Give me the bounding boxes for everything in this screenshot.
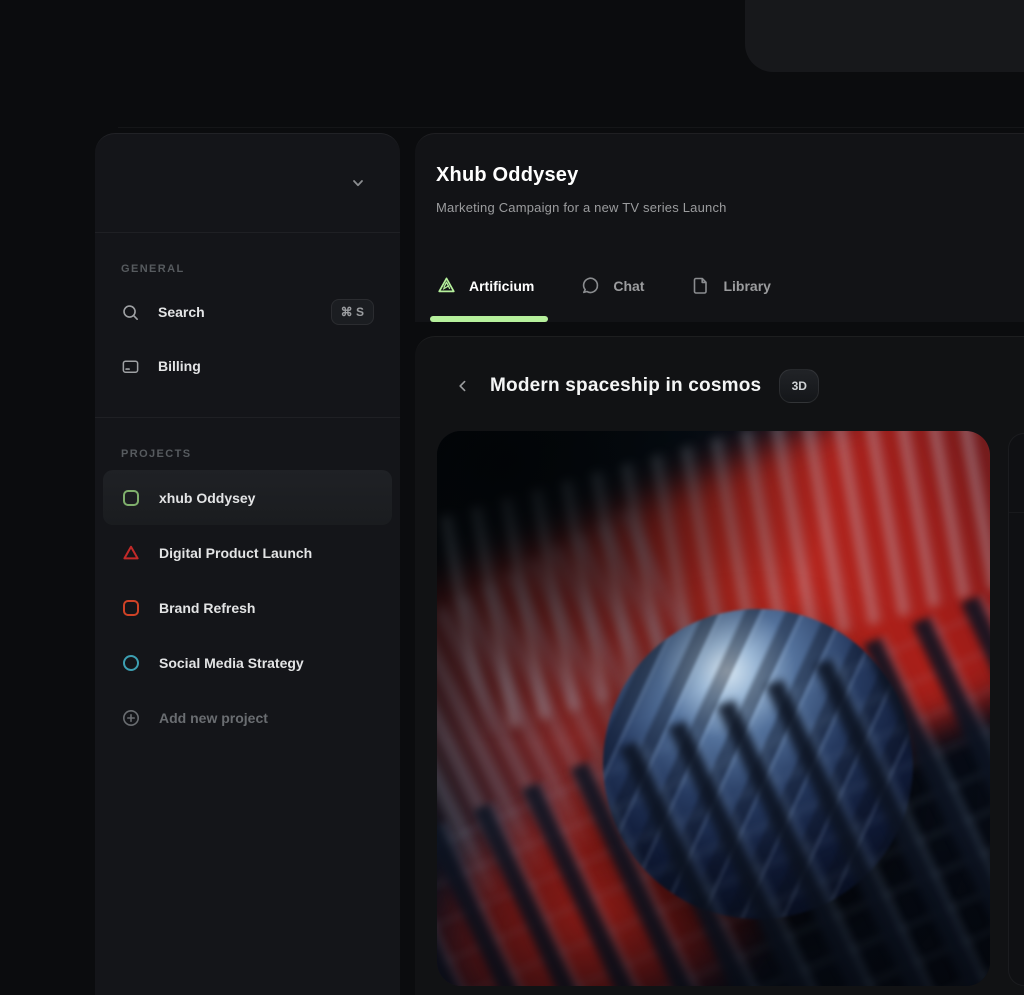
project-square-icon bbox=[121, 598, 141, 618]
page-title: Xhub Oddysey bbox=[436, 164, 578, 187]
tab-chat[interactable]: Chat bbox=[580, 275, 644, 296]
tab-library[interactable]: Library bbox=[690, 275, 770, 296]
project-triangle-icon bbox=[121, 543, 141, 563]
sidebar-item-search[interactable]: Search ⌘ S bbox=[103, 285, 392, 339]
content-panel: Modern spaceship in cosmos 3D bbox=[415, 336, 1024, 995]
next-card-divider bbox=[1009, 512, 1024, 513]
main-header: Xhub Oddysey Marketing Campaign for a ne… bbox=[415, 133, 1024, 322]
sidebar-project-digital-product-launch[interactable]: Digital Product Launch bbox=[103, 525, 392, 580]
section-label-general: GENERAL bbox=[121, 263, 374, 275]
add-new-project-button[interactable]: Add new project bbox=[103, 690, 392, 745]
sidebar: GENERAL Search ⌘ S Billing PROJECTS xhub… bbox=[95, 133, 400, 995]
sidebar-project-social-media-strategy[interactable]: Social Media Strategy bbox=[103, 635, 392, 690]
generated-artwork-image[interactable] bbox=[437, 431, 990, 986]
top-seam-divider bbox=[118, 127, 1024, 128]
search-shortcut-badge: ⌘ S bbox=[331, 299, 374, 325]
project-label: Social Media Strategy bbox=[159, 655, 304, 671]
add-new-project-label: Add new project bbox=[159, 710, 268, 726]
project-circle-icon bbox=[121, 653, 141, 673]
search-icon bbox=[121, 303, 140, 322]
chat-bubble-icon bbox=[580, 275, 601, 296]
sidebar-header bbox=[95, 134, 400, 233]
sidebar-divider bbox=[95, 417, 400, 418]
sidebar-project-brand-refresh[interactable]: Brand Refresh bbox=[103, 580, 392, 635]
project-label: Digital Product Launch bbox=[159, 545, 312, 561]
artificium-logo-icon bbox=[436, 275, 457, 296]
project-label: xhub Oddysey bbox=[159, 490, 255, 506]
sidebar-item-label: Billing bbox=[158, 358, 201, 374]
library-file-icon bbox=[690, 275, 711, 296]
tab-label: Chat bbox=[613, 278, 644, 294]
sidebar-item-label: Search bbox=[158, 304, 205, 320]
next-artwork-card-sliver[interactable] bbox=[1008, 433, 1024, 986]
background-decoration bbox=[745, 0, 1024, 72]
image-layer-vignette bbox=[437, 431, 990, 986]
artwork-title: Modern spaceship in cosmos bbox=[490, 375, 761, 397]
artwork-title-row: Modern spaceship in cosmos 3D bbox=[450, 369, 819, 403]
sidebar-item-billing[interactable]: Billing bbox=[103, 339, 392, 393]
back-button[interactable] bbox=[450, 373, 476, 399]
3d-badge[interactable]: 3D bbox=[779, 369, 819, 403]
workspace-collapse-button[interactable] bbox=[344, 169, 372, 197]
tab-artificium[interactable]: Artificium bbox=[436, 275, 534, 296]
tab-bar: Artificium Chat Library bbox=[436, 275, 771, 296]
plus-circle-icon bbox=[121, 708, 141, 728]
project-square-icon bbox=[121, 488, 141, 508]
billing-card-icon bbox=[121, 357, 140, 376]
section-label-projects: PROJECTS bbox=[121, 448, 374, 460]
chevron-down-icon bbox=[351, 176, 365, 190]
sidebar-project-xhub-oddysey[interactable]: xhub Oddysey bbox=[103, 470, 392, 525]
active-tab-indicator bbox=[430, 316, 548, 322]
tab-label: Library bbox=[723, 278, 770, 294]
project-label: Brand Refresh bbox=[159, 600, 255, 616]
tab-label: Artificium bbox=[469, 278, 534, 294]
page-subtitle: Marketing Campaign for a new TV series L… bbox=[436, 200, 727, 215]
